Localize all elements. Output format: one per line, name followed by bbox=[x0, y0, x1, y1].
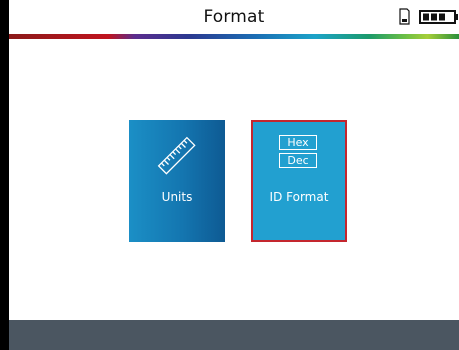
ruler-icon bbox=[157, 136, 196, 175]
battery-icon bbox=[419, 10, 458, 24]
menu-area: Units Hex Dec ID Format bbox=[9, 39, 459, 320]
id-format-label: ID Format bbox=[269, 190, 329, 204]
footer-bar bbox=[9, 320, 459, 350]
screen-edge bbox=[0, 0, 9, 350]
sd-card-icon bbox=[399, 8, 410, 25]
id-format-tile[interactable]: Hex Dec ID Format bbox=[251, 120, 347, 242]
units-tile[interactable]: Units bbox=[129, 120, 225, 242]
dec-option-icon: Dec bbox=[279, 153, 317, 168]
hex-option-icon: Hex bbox=[279, 135, 317, 150]
units-label: Units bbox=[161, 190, 193, 204]
page-title: Format bbox=[203, 7, 265, 27]
header-bar: Format bbox=[9, 0, 459, 34]
device-screen: Format Units Hex Dec ID Format bbox=[0, 0, 459, 350]
